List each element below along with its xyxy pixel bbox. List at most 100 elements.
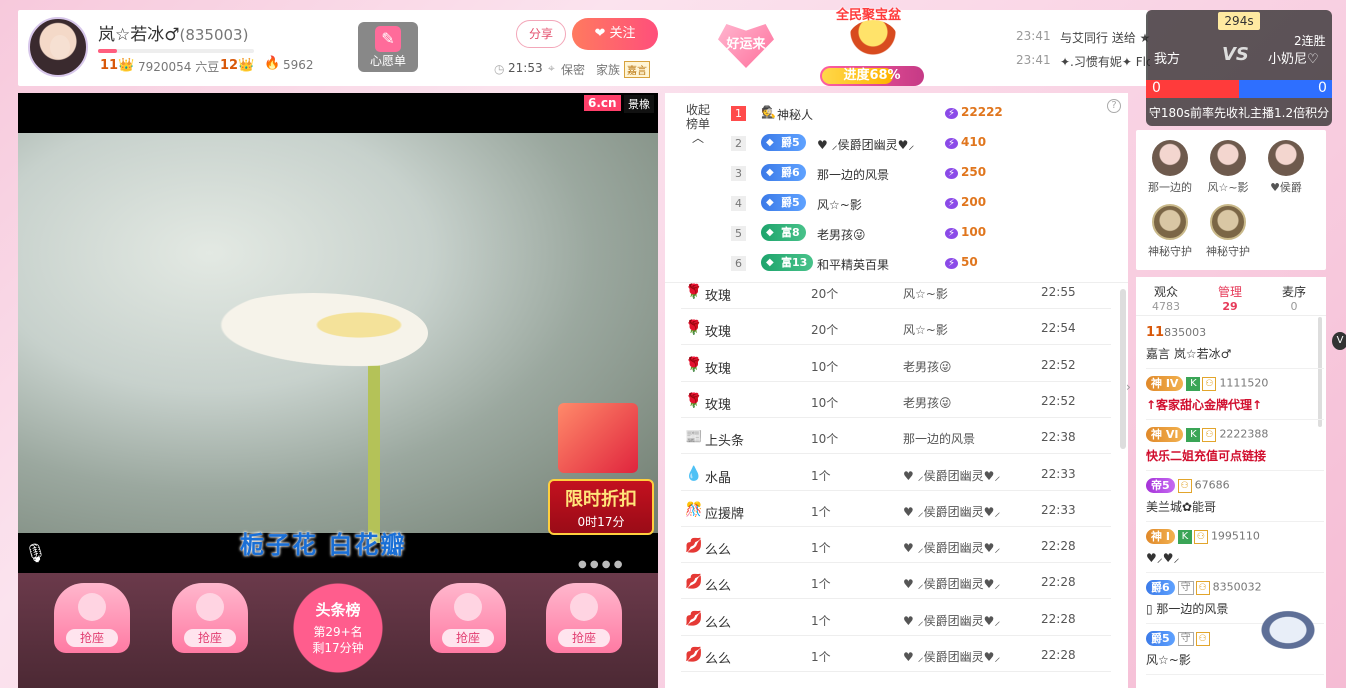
rank-user-name[interactable]: 风☆~影: [817, 196, 862, 213]
guard-item[interactable]: 那一边的: [1142, 140, 1198, 200]
headline-rank-remaining: 剩17分钟: [312, 641, 364, 655]
gift-time: 22:28: [1041, 611, 1076, 626]
gift-box-icon: [558, 403, 638, 473]
user-badges: 帝5 ⚇ 67686: [1146, 478, 1230, 494]
family-label: 家族: [596, 63, 621, 77]
message-text: 与艾同行 送给 ★有小艾的每一天★ 飞机: [1060, 31, 1150, 45]
share-button[interactable]: 分享: [516, 20, 566, 48]
rank-user-name[interactable]: 和平精英百果: [817, 256, 889, 273]
guard-name: ♥侯爵: [1270, 181, 1302, 194]
treasure-progress[interactable]: 进度68%: [820, 66, 924, 86]
limited-sale-banner[interactable]: 限时折扣 0时17分: [548, 393, 654, 543]
level-progress-bar: [98, 49, 254, 53]
rank-row[interactable]: 5 富8 老男孩😜 100: [731, 219, 1121, 249]
gift-time: 22:52: [1041, 393, 1076, 408]
user-row[interactable]: 11835003 嘉言 岚☆若冰♂: [1146, 319, 1324, 369]
seat[interactable]: 抢座: [162, 577, 258, 667]
gift-time: 22:28: [1041, 575, 1076, 590]
guard-avatar: [1268, 140, 1304, 176]
anchor-avatar[interactable]: [28, 17, 88, 77]
gift-sender[interactable]: ♥ ⸝侯爵团幽灵♥⸝: [903, 539, 1000, 556]
user-id: 8350032: [1212, 580, 1262, 594]
tab-mic-queue[interactable]: 麦序 0: [1264, 283, 1324, 313]
gift-record-row: 💋 么么 1个 ♥ ⸝侯爵团幽灵♥⸝ 22:28: [681, 563, 1111, 600]
seat[interactable]: 抢座: [420, 577, 516, 667]
grab-seat-button[interactable]: 抢座: [442, 629, 494, 647]
rank-row[interactable]: 6 富13和平精英百果 50: [731, 249, 1121, 279]
chevron-up-icon: ︿: [691, 131, 704, 145]
guard-item[interactable]: ♥侯爵: [1258, 140, 1314, 200]
headline-rank-badge[interactable]: 头条榜 第29+名 剩17分钟: [280, 573, 396, 673]
gift-count: 1个: [811, 468, 831, 483]
video-player[interactable]: 6.cn 景橡 栀子花 白花瓣 限时折扣 0时17分 ● ● ● ● 🎙 抢座 抢…: [18, 93, 658, 688]
rank-value: 50: [945, 255, 978, 269]
gift-record-row: 💧 水晶 1个 ♥ ⸝侯爵团幽灵♥⸝ 22:33: [681, 455, 1111, 491]
v-icon[interactable]: V: [1332, 332, 1346, 350]
rank-number: 5: [731, 226, 746, 241]
scrollbar[interactable]: [1120, 289, 1126, 449]
user-id: 2222388: [1219, 427, 1269, 441]
tab-audience[interactable]: 观众 4783: [1136, 283, 1196, 313]
chevron-right-icon[interactable]: ›: [1126, 380, 1136, 400]
pk-streak: 2连胜: [1294, 34, 1326, 48]
contribution-rank: 收起榜单︿ ? 1🕵神秘人222222爵5♥ ⸝侯爵团幽灵♥⸝4103爵6那一边…: [665, 93, 1128, 283]
rank-user-name[interactable]: 那一边的风景: [817, 166, 889, 183]
gift-sender[interactable]: ♥ ⸝侯爵团幽灵♥⸝: [903, 648, 1000, 665]
gift-panel: 收起榜单︿ ? 1🕵神秘人222222爵5♥ ⸝侯爵团幽灵♥⸝4103爵6那一边…: [665, 93, 1128, 688]
rank-row[interactable]: 3 爵6 那一边的风景 250: [731, 159, 1121, 189]
wish-list-button[interactable]: ✎ 心愿单: [358, 22, 418, 72]
user-name: ▯ 那一边的风景: [1146, 602, 1229, 616]
guard-item[interactable]: 神秘守护: [1200, 204, 1256, 264]
family-badge[interactable]: 嘉言: [624, 61, 650, 78]
room-id: (835003): [179, 26, 249, 44]
good-luck-button[interactable]: 好运来: [718, 24, 774, 68]
grab-seat-button[interactable]: 抢座: [184, 629, 236, 647]
rank-number: 6: [731, 256, 746, 271]
user-row[interactable]: 神 IV K ⚇ 1111520 ↑客家甜心金牌代理↑: [1146, 370, 1324, 420]
mic-icon[interactable]: 🎙: [24, 543, 47, 564]
gift-sender[interactable]: 那一边的风景: [903, 430, 975, 447]
rank-row[interactable]: 2 爵5 ♥ ⸝侯爵团幽灵♥⸝ 410: [731, 129, 1121, 159]
gift-icon: 💋: [685, 574, 703, 591]
user-row[interactable]: 神 VI K ⚇ 2222388 快乐二姐充值可点链接: [1146, 421, 1324, 471]
treasure-pot-icon[interactable]: [848, 20, 898, 60]
gift-sender[interactable]: 老男孩😜: [903, 394, 952, 411]
headline-rank-title: 头条榜: [315, 601, 361, 619]
user-row[interactable]: 神 I K ⚇ 1995110 ♥⸝♥⸝: [1146, 523, 1324, 573]
gift-count: 10个: [811, 432, 839, 447]
user-row[interactable]: 帝5 ⚇ 67686 美兰城✿能哥: [1146, 472, 1324, 522]
seat[interactable]: 抢座: [536, 577, 632, 667]
guard-item[interactable]: 风☆~影: [1200, 140, 1256, 200]
gift-record-row: 🌹 玫瑰 20个 风☆~影 22:54: [681, 309, 1111, 346]
guard-item[interactable]: 神秘守护: [1142, 204, 1198, 264]
rank-user-name[interactable]: 老男孩😜: [817, 226, 866, 243]
rank-user-name[interactable]: ♥ ⸝侯爵团幽灵♥⸝: [817, 136, 914, 153]
rank-user-name[interactable]: 神秘人: [777, 106, 813, 123]
gift-sender[interactable]: ♥ ⸝侯爵团幽灵♥⸝: [903, 503, 1000, 520]
gift-sender[interactable]: ♥ ⸝侯爵团幽灵♥⸝: [903, 612, 1000, 629]
carousel-dots[interactable]: ● ● ● ●: [578, 559, 622, 570]
pk-opponent[interactable]: 小奶尼♡: [1268, 48, 1319, 67]
room-header: 岚☆若冰♂(835003) 11👑 7920054 六豆 12👑 🔥 5962 …: [18, 8, 1150, 86]
site-logo: 6.cn: [584, 95, 621, 111]
rank-row[interactable]: 4 爵5 风☆~影 200: [731, 189, 1121, 219]
mystery-user-icon: 🕵: [761, 105, 776, 119]
gift-sender[interactable]: 风☆~影: [903, 321, 948, 338]
grab-seat-button[interactable]: 抢座: [558, 629, 610, 647]
gift-sender[interactable]: ♥ ⸝侯爵团幽灵♥⸝: [903, 575, 1000, 592]
tab-admin[interactable]: 管理 29: [1200, 283, 1260, 313]
pk-panel[interactable]: 294s 2连胜 我方 VS 小奶尼♡ 0 0 守180s前率先收礼主播1.2倍…: [1146, 10, 1332, 126]
guard-avatar: [1152, 204, 1188, 240]
rank-row[interactable]: 1 🕵神秘人 22222: [731, 99, 1121, 129]
gift-record-row: 💋 么么 1个 ♥ ⸝侯爵团幽灵♥⸝ 22:28: [681, 600, 1111, 636]
gift-sender[interactable]: 风☆~影: [903, 285, 948, 302]
collapse-rank-button[interactable]: 收起榜单 ︿: [683, 103, 713, 145]
grab-seat-button[interactable]: 抢座: [66, 629, 118, 647]
gift-icon: 💋: [685, 647, 703, 663]
follow-label: 关注: [609, 26, 636, 41]
gift-icon: 💋: [685, 610, 703, 627]
gift-sender[interactable]: ♥ ⸝侯爵团幽灵♥⸝: [903, 467, 1000, 484]
follow-button[interactable]: ❤ 关注: [572, 18, 658, 50]
seat[interactable]: 抢座: [44, 577, 140, 667]
gift-sender[interactable]: 老男孩😜: [903, 358, 952, 375]
